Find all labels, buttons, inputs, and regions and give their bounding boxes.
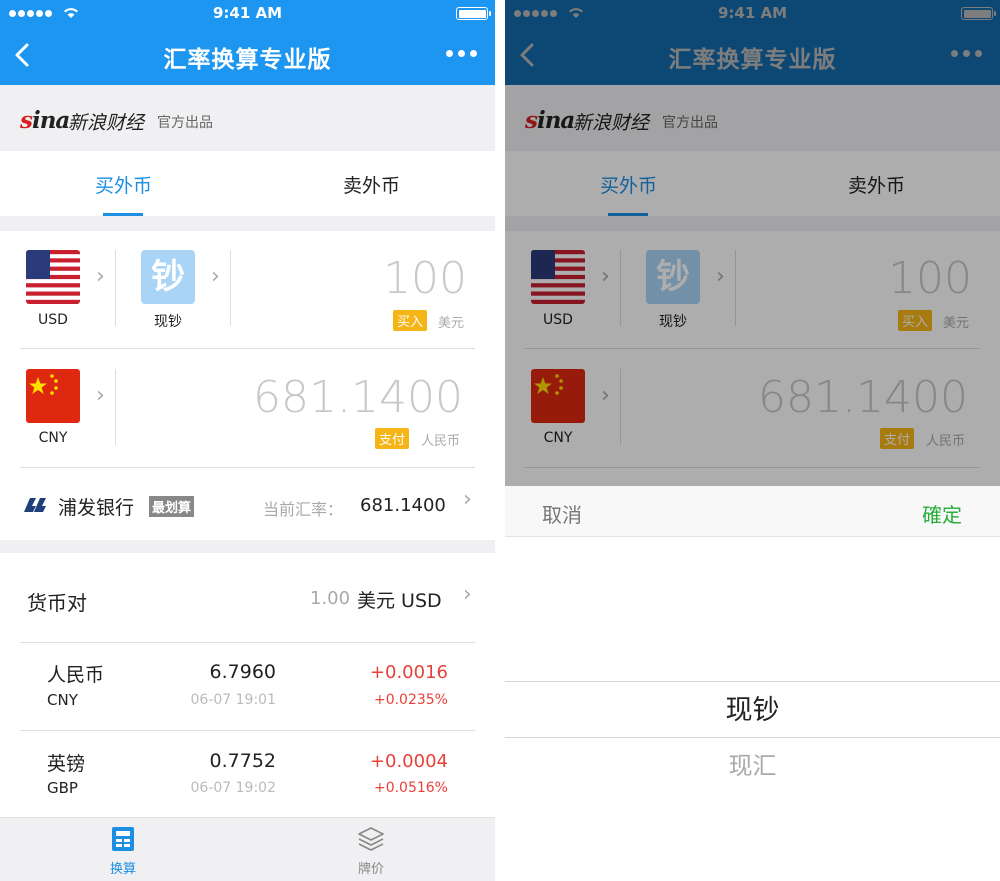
page-title: 汇率换算专业版: [163, 47, 332, 73]
chevron-right-icon[interactable]: ›: [463, 487, 472, 512]
picker-selection-bottom: [505, 737, 1000, 738]
base-currency[interactable]: 美元 USD: [357, 586, 442, 613]
row-currency-code: CNY: [47, 691, 78, 709]
chevron-right-icon: ›: [96, 264, 105, 289]
cancel-button[interactable]: 取消: [542, 499, 582, 528]
more-icon[interactable]: [446, 50, 477, 57]
bank-name[interactable]: 浦发银行: [58, 493, 134, 520]
row-time: 06-07 19:01: [190, 692, 276, 708]
status-time: 9:41 AM: [212, 4, 283, 22]
picker-option[interactable]: 现汇: [505, 746, 1000, 781]
currency-pairs: 货币对 1.00 美元 USD › 人民币 CNY 6.7960 06-07 1…: [0, 553, 495, 817]
picker-toolbar: 取消 確定: [505, 486, 1000, 537]
pay-tag: 支付: [375, 428, 410, 449]
usd-flag-icon[interactable]: [26, 250, 80, 304]
brand-banner: sina 新浪财经 官方出品: [0, 85, 495, 151]
divider: [115, 250, 116, 326]
divider: [20, 348, 475, 349]
row-time: 06-07 19:02: [190, 780, 276, 796]
cny-flag-icon[interactable]: [26, 369, 80, 423]
chevron-right-icon: ›: [211, 264, 220, 289]
row-currency-name: 人民币: [47, 664, 105, 686]
base-amount: 1.00: [310, 588, 351, 609]
tabbar-convert[interactable]: 换算: [93, 826, 153, 877]
to-currency-code: CNY: [38, 430, 68, 446]
to-amount: 681.1400: [253, 372, 463, 423]
from-currency-code: USD: [38, 312, 68, 328]
sina-logo: sina: [20, 107, 70, 134]
rate-value: 681.1400: [360, 495, 446, 516]
chevron-right-icon[interactable]: ›: [463, 582, 472, 607]
divider: [20, 730, 475, 731]
tab-buy[interactable]: 买外币: [95, 171, 152, 198]
chevron-right-icon: ›: [96, 383, 105, 408]
row-rate: 6.7960: [209, 661, 276, 683]
tab-sell[interactable]: 卖外币: [343, 171, 400, 198]
divider: [20, 467, 475, 468]
cash-type-label: 现钞: [154, 314, 182, 330]
converter-card: USD › 钞 现钞 › 100 买入 美元 CNY › 681.1400 支付…: [0, 231, 495, 540]
picker-selection-top: [505, 681, 1000, 682]
tabbar-label: 牌价: [357, 862, 384, 877]
buy-tag: 买入: [393, 310, 428, 331]
calculator-icon: [112, 827, 134, 851]
tab-bar: 换算 牌价: [0, 817, 495, 881]
nav-bar: 汇率换算专业版: [0, 28, 495, 85]
row-percent: +0.0235%: [373, 692, 448, 708]
tabbar-rates[interactable]: 牌价: [341, 826, 401, 877]
from-unit: 美元: [438, 316, 465, 331]
cash-icon[interactable]: 钞: [141, 250, 195, 304]
converter-screen: 9:41 AM 汇率换算专业版 sina 新浪财经 官方出品 买外币 卖外币 U…: [0, 0, 495, 881]
picker-option-selected[interactable]: 现钞: [505, 688, 1000, 727]
tab-indicator: [103, 213, 143, 216]
picker-sheet: 取消 確定 现钞 现汇: [505, 486, 1000, 881]
brand-subtitle: 官方出品: [157, 115, 213, 131]
spdb-logo-icon: [24, 498, 46, 512]
from-amount-input[interactable]: 100: [383, 253, 467, 304]
row-currency-code: GBP: [47, 779, 78, 797]
tabbar-label: 换算: [109, 862, 136, 877]
divider: [230, 250, 231, 326]
row-change: +0.0016: [369, 662, 448, 683]
trade-tabs: 买外币 卖外币: [0, 151, 495, 216]
confirm-button[interactable]: 確定: [922, 499, 962, 528]
status-bar: 9:41 AM: [0, 0, 495, 28]
row-percent: +0.0516%: [373, 780, 448, 796]
rate-label: 当前汇率：: [263, 500, 344, 519]
pairs-title: 货币对: [27, 591, 87, 615]
battery-icon: [456, 7, 491, 20]
divider: [20, 642, 475, 643]
converter-screen-picker: 9:41 AM 汇率换算专业版 sina 新浪财经 官方出品 买外币 卖外币 U…: [505, 0, 1000, 881]
nav-overlay: [505, 0, 1000, 85]
row-change: +0.0004: [369, 751, 448, 772]
row-rate: 0.7752: [209, 750, 276, 772]
to-unit: 人民币: [421, 434, 461, 449]
divider: [115, 369, 116, 445]
brand-name: 新浪财经: [68, 112, 145, 134]
layers-icon: [358, 827, 384, 851]
best-badge: 最划算: [149, 496, 195, 517]
row-currency-name: 英镑: [47, 753, 86, 775]
